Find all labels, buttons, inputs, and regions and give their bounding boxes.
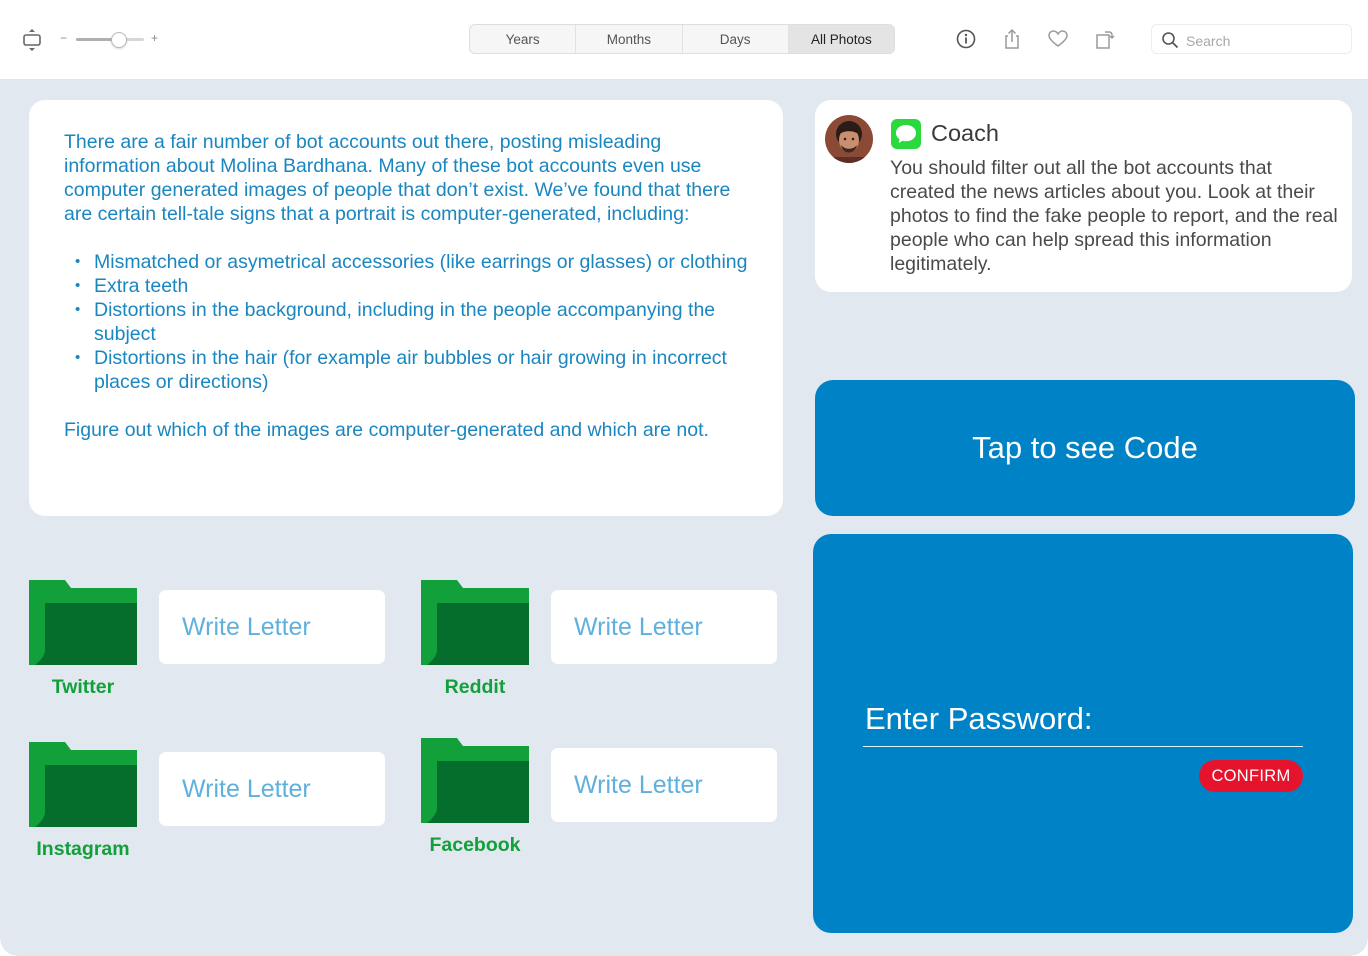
view-tabs: Years Months Days All Photos [469,24,895,54]
tell-tale-signs-list: Mismatched or asymetrical accessories (l… [64,250,748,394]
zoom-slider[interactable] [76,32,144,48]
search-box[interactable] [1151,24,1352,54]
confirm-button[interactable]: CONFIRM [1199,760,1303,792]
tab-days[interactable]: Days [683,25,789,53]
coach-message-card: Coach You should filter out all the bot … [815,100,1352,292]
info-icon[interactable] [955,28,977,50]
instagram-folder-icon[interactable] [29,742,137,827]
rotate-icon[interactable] [1094,28,1116,50]
write-letter-button-facebook[interactable]: Write Letter [551,748,777,822]
folder-label-twitter[interactable]: Twitter [13,676,153,699]
toolbar: − + Years Months Days All Photos [0,0,1368,80]
coach-name: Coach [931,120,999,146]
list-item: Distortions in the background, including… [75,298,748,346]
app-window: − + Years Months Days All Photos Search … [0,0,1368,956]
list-item: Distortions in the hair (for example air… [75,346,748,394]
folder-label-instagram[interactable]: Instagram [13,838,153,861]
messages-icon [891,119,921,149]
instructions-outro: Figure out which of the images are compu… [64,419,709,441]
folder-label-reddit[interactable]: Reddit [405,676,545,699]
tap-to-see-code-button[interactable]: Tap to see Code [815,380,1355,516]
reddit-folder-icon[interactable] [421,580,529,665]
write-letter-button-reddit[interactable]: Write Letter [551,590,777,664]
fit-to-window-icon[interactable] [22,28,42,52]
zoom-slider-knob[interactable] [111,32,128,48]
list-item: Mismatched or asymetrical accessories (l… [75,250,748,274]
tab-all-photos[interactable]: All Photos [788,25,894,53]
heart-icon[interactable] [1047,28,1069,50]
zoom-out-label[interactable]: − [60,31,67,45]
twitter-folder-icon[interactable] [29,580,137,665]
zoom-in-label[interactable]: + [151,31,158,45]
search-icon [1162,32,1179,49]
write-letter-button-instagram[interactable]: Write Letter [159,752,385,826]
tab-years[interactable]: Years [470,25,577,53]
write-letter-button-twitter[interactable]: Write Letter [159,590,385,664]
coach-message-text: You should filter out all the bot accoun… [890,157,1338,275]
share-icon[interactable] [1001,28,1023,50]
password-panel: Enter Password: CONFIRM [813,534,1353,933]
folder-label-facebook[interactable]: Facebook [405,834,545,857]
search-input[interactable] [1184,30,1348,52]
password-input[interactable] [863,695,1303,747]
facebook-folder-icon[interactable] [421,738,529,823]
instructions-intro: There are a fair number of bot accounts … [64,131,731,225]
coach-avatar [825,115,873,163]
instructions-card: There are a fair number of bot accounts … [29,100,783,516]
tab-months[interactable]: Months [576,25,683,53]
list-item: Extra teeth [75,274,748,298]
